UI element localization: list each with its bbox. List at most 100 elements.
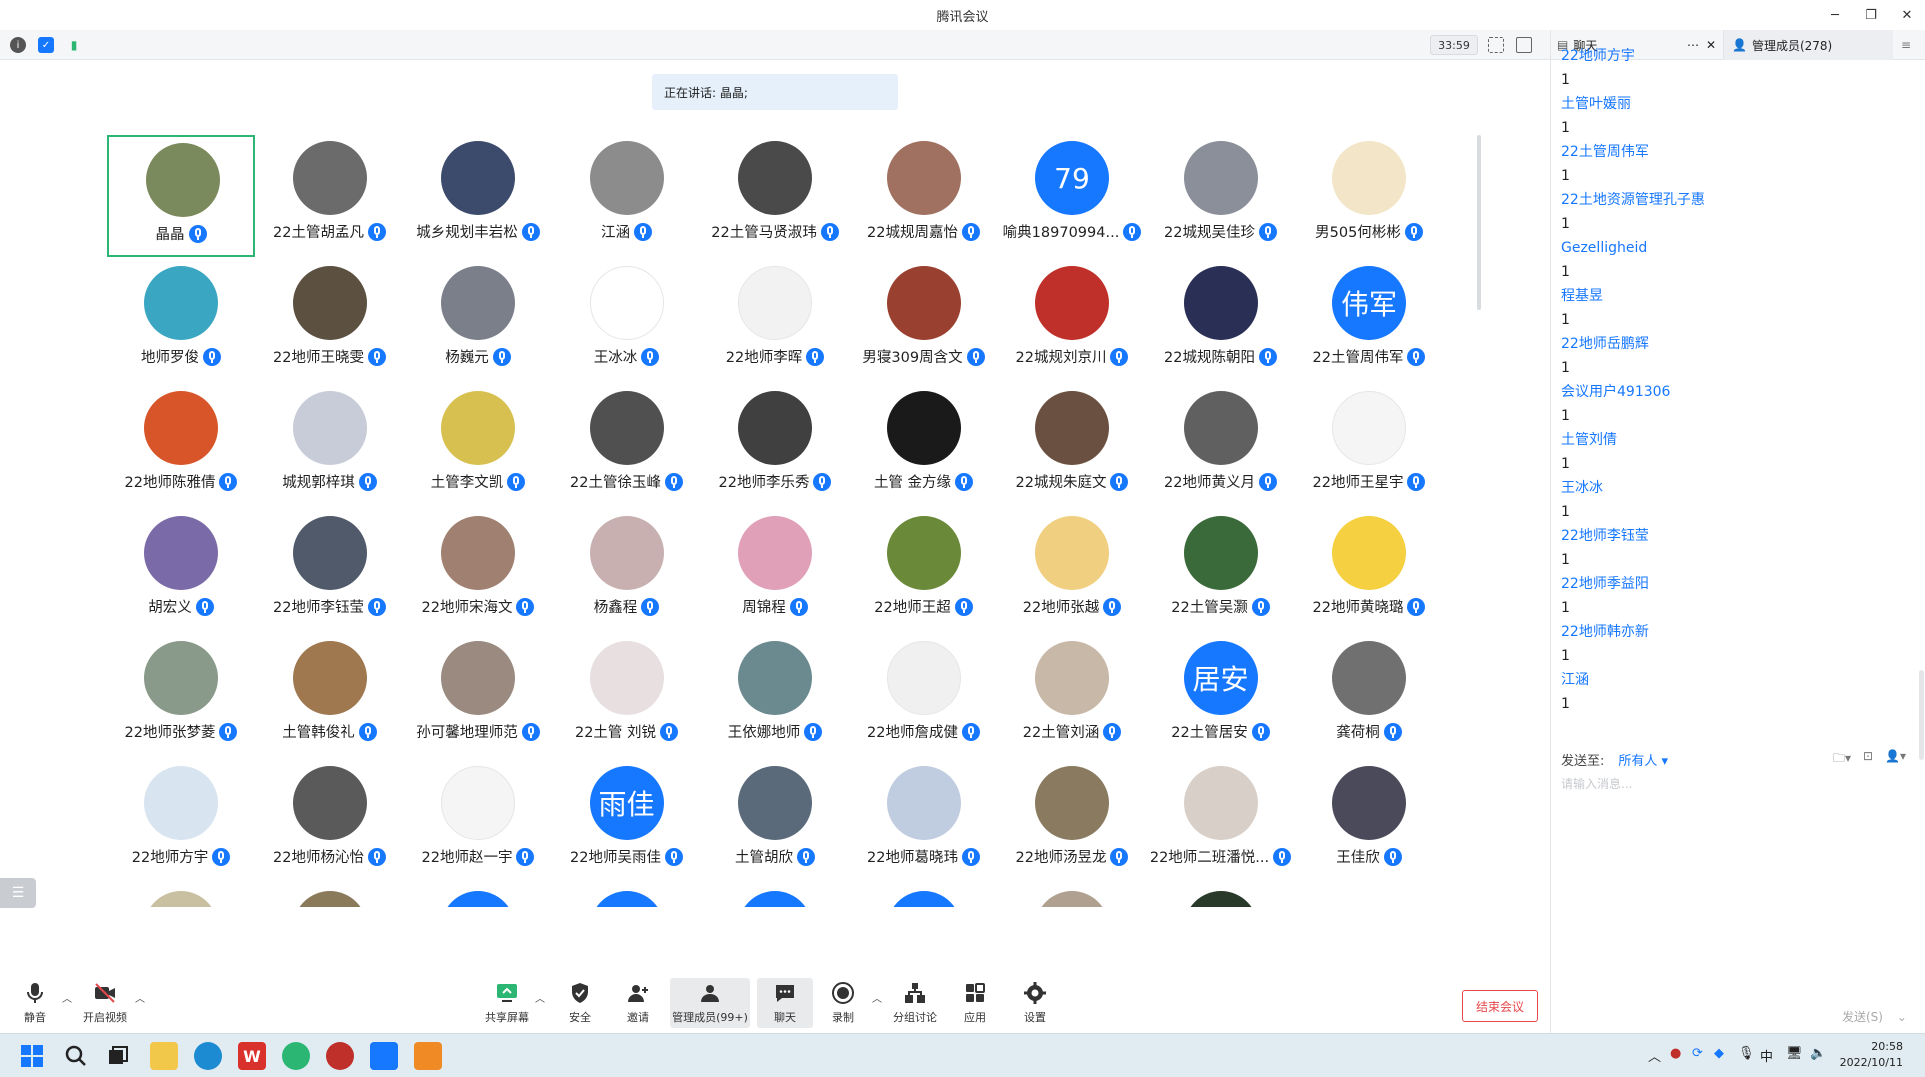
participant-tile[interactable]: 22地师赵一宇 [404,760,552,882]
taskbar-clock[interactable]: 20:58 2022/10/11 [1840,1039,1903,1071]
chevron-up-icon[interactable]: ︿ [135,990,145,1005]
participant-tile[interactable]: 22地师汤昱龙 [998,760,1146,882]
participant-tile[interactable]: 22地师李钰莹 [256,510,404,632]
participant-tile[interactable]: 22地师宋海文 [404,510,552,632]
chat-sender-name[interactable]: 22地师方宇 [1561,44,1925,68]
chat-sender-name[interactable]: 22土地资源管理孔子惠 [1561,188,1925,212]
participant-tile[interactable] [256,885,404,907]
mute-button[interactable]: 静音 [0,978,70,1028]
chat-input[interactable]: 请输入消息... [1561,775,1632,792]
screenshot-icon[interactable]: ⊡ [1863,749,1873,770]
participant-tile[interactable]: 龚荷桐 [1295,635,1443,757]
participant-tile[interactable]: 22地师王星宇 [1295,385,1443,507]
participant-tile[interactable]: 22城规周嘉怡 [850,135,998,257]
participant-tile[interactable]: 周锦程 [701,510,849,632]
start-video-button[interactable]: 开启视频 [70,978,140,1028]
participant-tile[interactable]: 土管李文凯 [404,385,552,507]
grid-scrollbar[interactable] [1477,135,1481,310]
participant-tile[interactable]: 22地师黄义月 [1147,385,1295,507]
layout-icon[interactable] [1516,37,1532,53]
participant-tile[interactable]: 雨佳 22地师吴雨佳 [553,760,701,882]
tray-microphone-icon[interactable]: 🎙 [1738,1046,1755,1061]
chat-sender-name[interactable]: 土管刘倩 [1561,428,1925,452]
chat-sender-name[interactable]: 22土管周伟军 [1561,140,1925,164]
participant-tile[interactable]: 城乡规划丰岩松 [404,135,552,257]
participant-tile[interactable]: 22城规陈朝阳 [1147,260,1295,382]
participant-tile[interactable]: 22地师李乐秀 [701,385,849,507]
participant-tile[interactable] [850,885,998,907]
participant-tile[interactable]: 孙可馨地理师范 [404,635,552,757]
participant-tile[interactable]: 22地师葛晓玮 [850,760,998,882]
tencent-meeting-icon[interactable] [370,1042,398,1070]
participant-tile[interactable]: 22土管徐玉峰 [553,385,701,507]
tray-sync-icon[interactable]: ⟳ [1692,1046,1703,1061]
participant-tile[interactable] [1147,885,1295,907]
chat-message-list[interactable]: 22地师方宇 1 土管叶媛丽 1 22土管周伟军 1 22土地资源管理孔子惠 1 Gezelli… [1551,44,1925,752]
volume-icon[interactable]: 🔈 [1810,1046,1826,1061]
participant-tile[interactable]: 22地师杨沁怡 [256,760,404,882]
shield-icon[interactable]: ✓ [38,37,54,53]
participant-tile[interactable]: 胡宏义 [107,510,255,632]
participant-tile[interactable]: 杨巍元 [404,260,552,382]
minimize-icon[interactable]: ─ [1817,0,1853,30]
send-to-dropdown[interactable]: 所有人 ▾ [1618,750,1668,769]
participant-tile[interactable]: 22地师黄晓璐 [1295,510,1443,632]
chat-sender-name[interactable]: 土管叶媛丽 [1561,92,1925,116]
participant-tile[interactable]: 杨鑫程 [553,510,701,632]
participant-tile[interactable]: 男寝309周含文 [850,260,998,382]
chat-button[interactable]: 聊天 [757,978,813,1028]
participant-tile[interactable]: 伟军 22土管周伟军 [1295,260,1443,382]
chat-sender-name[interactable]: 江涵 [1561,668,1925,692]
participant-tile[interactable]: 22地师二班潘悦... [1147,760,1295,882]
ime-indicator[interactable]: 中 [1760,1046,1773,1065]
manage-members-button[interactable]: 管理成员(99+) [670,978,750,1028]
list-view-icon[interactable]: ☰ [0,878,36,908]
participant-tile[interactable]: 地师罗俊 [107,260,255,382]
participant-tile[interactable]: 晶晶 [107,135,255,257]
invite-button[interactable]: 邀请 [603,978,673,1028]
end-meeting-button[interactable]: 结束会议 [1462,990,1538,1022]
share-screen-button[interactable]: 共享屏幕 [472,978,542,1028]
tray-shield-icon[interactable]: ◆ [1714,1046,1724,1061]
participant-tile[interactable]: 居安 22土管居安 [1147,635,1295,757]
chat-sender-name[interactable]: 22地师李钰莹 [1561,524,1925,548]
participant-tile[interactable]: 22地师陈雅倩 [107,385,255,507]
participant-tile[interactable] [998,885,1146,907]
network-icon[interactable]: 🖥 [1786,1046,1803,1061]
participant-tile[interactable]: 22地师李晖 [701,260,849,382]
participant-tile[interactable]: 城规郭梓琪 [256,385,404,507]
windows-start-icon[interactable] [18,1042,46,1070]
signal-icon[interactable]: ▮ [66,37,82,53]
chat-sender-name[interactable]: 22地师季益阳 [1561,572,1925,596]
chat-sender-name[interactable]: Gezelligheid [1561,236,1925,260]
edge-browser-icon[interactable] [194,1042,222,1070]
media-player-icon[interactable] [414,1042,442,1070]
tray-app-icon[interactable]: ● [1670,1046,1681,1061]
participant-tile[interactable]: 22地师张越 [998,510,1146,632]
participant-tile[interactable]: 土管 金方缘 [850,385,998,507]
chat-sender-name[interactable]: 会议用户491306 [1561,380,1925,404]
game-app-icon[interactable] [326,1042,354,1070]
info-icon[interactable]: i [10,37,26,53]
participant-tile[interactable] [107,885,255,907]
settings-button[interactable]: 设置 [1000,978,1070,1028]
participant-tile[interactable]: 22地师方宇 [107,760,255,882]
wps-icon[interactable]: W [238,1042,266,1070]
participant-tile[interactable]: 22城规刘京川 [998,260,1146,382]
chat-sender-name[interactable]: 22地师韩亦新 [1561,620,1925,644]
participant-tile[interactable]: 22土管胡孟凡 [256,135,404,257]
participant-tile[interactable]: 22地师张梦菱 [107,635,255,757]
participant-tile[interactable]: 22地师王晓雯 [256,260,404,382]
participant-tile[interactable]: 22城规吴佳珍 [1147,135,1295,257]
participant-tile[interactable]: 22土管马贤淑玮 [701,135,849,257]
chevron-down-icon[interactable]: ⌄ [1897,1010,1907,1024]
close-icon[interactable]: ✕ [1889,0,1925,30]
chevron-up-icon[interactable]: ︿ [535,990,545,1005]
chat-sender-name[interactable]: 22地师岳鹏辉 [1561,332,1925,356]
participant-tile[interactable]: 江涵 [553,135,701,257]
restore-icon[interactable]: ❐ [1853,0,1889,30]
record-button[interactable]: 录制 [808,978,878,1028]
tray-overflow-icon[interactable]: ︿ [1648,1046,1661,1065]
wechat-icon[interactable] [282,1042,310,1070]
participant-tile[interactable]: 土管韩俊礼 [256,635,404,757]
